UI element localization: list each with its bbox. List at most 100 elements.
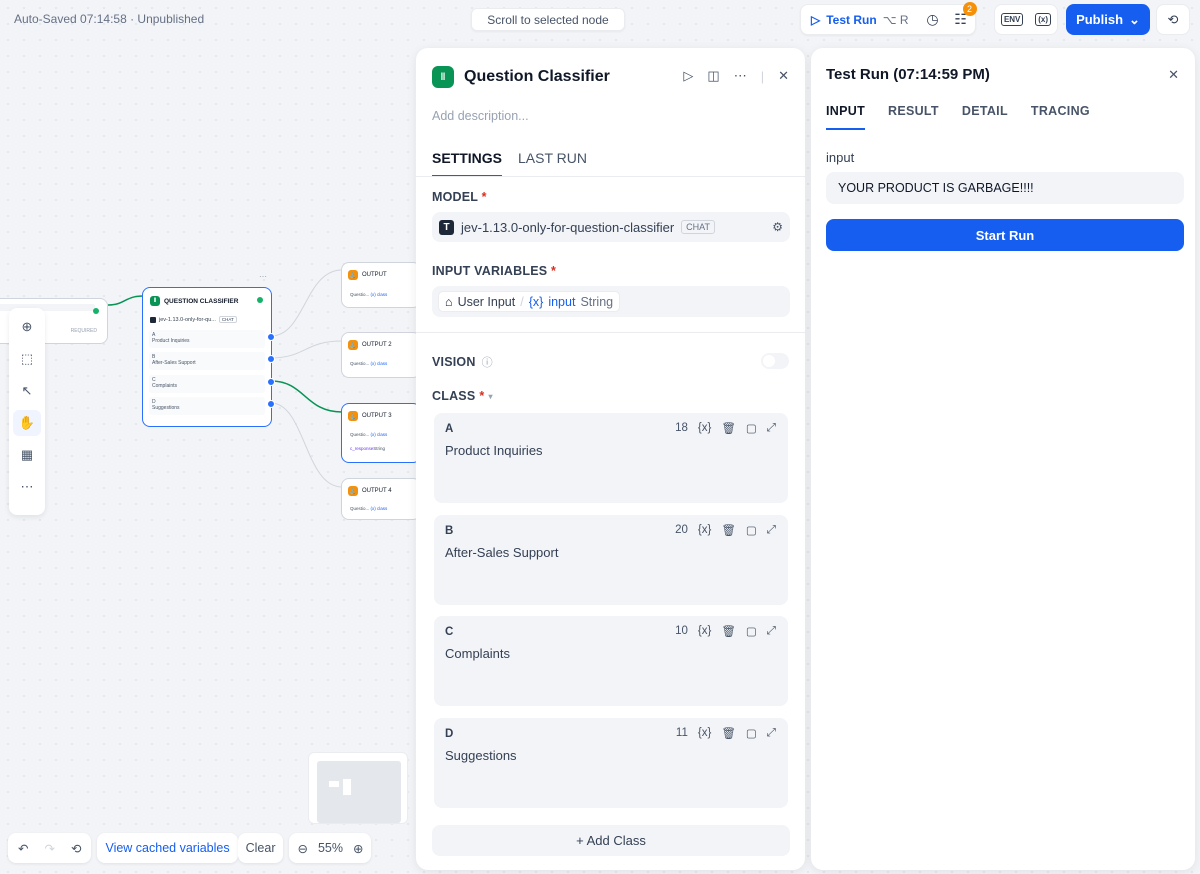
clock-play-icon: ◷ bbox=[926, 11, 939, 27]
add-node-icon[interactable]: ⊕ bbox=[13, 314, 41, 340]
add-note-icon[interactable]: ⬚ bbox=[13, 346, 41, 372]
checklist-button[interactable]: ☷ 2 bbox=[947, 1, 977, 34]
model-settings-icon[interactable]: ⚙ bbox=[772, 220, 783, 234]
canvas-toolbar: ⊕ ⬚ ↖ ✋ ▦ ⋯ bbox=[9, 308, 45, 515]
expand-icon[interactable]: ⤢ bbox=[767, 625, 776, 638]
model-tag: CHAT bbox=[681, 220, 715, 234]
handle-c[interactable] bbox=[267, 378, 275, 386]
node-more-icon[interactable]: ⋯ bbox=[259, 272, 267, 281]
copy-icon[interactable]: ▢ bbox=[746, 421, 757, 435]
variable-chip[interactable]: ⌂ User Input / {x} input String bbox=[438, 291, 621, 312]
undo-icon[interactable]: ↶ bbox=[18, 841, 28, 856]
class-card[interactable]: A Product Inquiries 18 {x} 🗑 ▢ ⤢ bbox=[434, 413, 788, 503]
class-text[interactable]: Product Inquiries bbox=[445, 443, 543, 458]
model-selector[interactable]: T jev-1.13.0-only-for-question-classifie… bbox=[432, 212, 790, 242]
home-icon: ⌂ bbox=[445, 294, 453, 309]
insert-variable-icon[interactable]: {x} bbox=[698, 524, 711, 536]
scroll-to-selected-button[interactable]: Scroll to selected node bbox=[471, 8, 625, 31]
add-class-button[interactable]: + Add Class bbox=[432, 825, 790, 856]
class-card[interactable]: D Suggestions 11 {x} 🗑 ▢ ⤢ bbox=[434, 718, 788, 808]
class-text[interactable]: Complaints bbox=[445, 646, 510, 661]
description-input[interactable]: Add description... bbox=[432, 109, 529, 123]
class-section-toggle[interactable]: CLASS * ▾ bbox=[432, 389, 493, 403]
output-node[interactable]: ⚓ OUTPUT 2 Questio... (x) class bbox=[341, 332, 421, 378]
copy-icon[interactable]: ▢ bbox=[746, 726, 757, 740]
play-icon: ▷ bbox=[811, 12, 821, 27]
close-icon[interactable]: ✕ bbox=[1168, 67, 1179, 83]
organize-icon[interactable]: ▦ bbox=[13, 442, 41, 468]
class-card[interactable]: C Complaints 10 {x} 🗑 ▢ ⤢ bbox=[434, 616, 788, 706]
insert-variable-icon[interactable]: {x} bbox=[698, 422, 711, 434]
expand-icon[interactable]: ⤢ bbox=[767, 727, 776, 740]
handle-b[interactable] bbox=[267, 355, 275, 363]
tab-last-run[interactable]: LAST RUN bbox=[518, 150, 587, 177]
delete-icon[interactable]: 🗑 bbox=[721, 421, 736, 435]
history-icon: ⟲ bbox=[1167, 11, 1179, 27]
tab-result[interactable]: RESULT bbox=[888, 104, 939, 130]
output-icon: ⚓ bbox=[348, 340, 358, 350]
vision-toggle[interactable] bbox=[761, 353, 789, 369]
output-node[interactable]: ⚓ OUTPUT Questio... (x) class bbox=[341, 262, 421, 308]
question-classifier-node[interactable]: ǁ QUESTION CLASSIFIER jev-1.13.0-only-fo… bbox=[142, 272, 275, 427]
token-count: 10 bbox=[675, 625, 688, 637]
panel-title[interactable]: Question Classifier bbox=[464, 68, 610, 86]
test-run-tabs: INPUT RESULT DETAIL TRACING bbox=[826, 104, 1090, 130]
status-dot bbox=[93, 308, 99, 314]
more-icon[interactable]: ⋯ bbox=[734, 68, 747, 84]
run-history-button[interactable]: ◷ bbox=[919, 6, 947, 34]
insert-variable-icon[interactable]: {x} bbox=[698, 727, 711, 739]
tab-detail[interactable]: DETAIL bbox=[962, 104, 1008, 130]
clear-button[interactable]: Clear bbox=[237, 833, 284, 863]
delete-icon[interactable]: 🗑 bbox=[721, 523, 736, 537]
handle-a[interactable] bbox=[267, 333, 275, 341]
hand-icon[interactable]: ✋ bbox=[13, 410, 41, 436]
class-text[interactable]: Suggestions bbox=[445, 748, 517, 763]
tab-settings[interactable]: SETTINGS bbox=[432, 150, 503, 177]
pointer-icon[interactable]: ↖ bbox=[13, 378, 41, 404]
tab-input[interactable]: INPUT bbox=[826, 104, 865, 130]
tab-tracing[interactable]: TRACING bbox=[1031, 104, 1090, 130]
close-icon[interactable]: ✕ bbox=[778, 68, 789, 84]
token-count: 18 bbox=[675, 422, 688, 434]
handle-d[interactable] bbox=[267, 400, 275, 408]
output-node-3[interactable]: ⚓ OUTPUT 3 Questio... (x) class c_respons… bbox=[341, 403, 421, 463]
copy-icon[interactable]: ▢ bbox=[746, 523, 757, 537]
minimap[interactable] bbox=[308, 752, 408, 824]
test-run-button[interactable]: ▷ Test Run ⌥ R bbox=[801, 13, 919, 27]
output-icon: ⚓ bbox=[348, 411, 358, 421]
input-variable-selector[interactable]: ⌂ User Input / {x} input String bbox=[432, 286, 790, 317]
panel-tabs: SETTINGS LAST RUN bbox=[432, 150, 587, 177]
start-run-button[interactable]: Start Run bbox=[826, 219, 1184, 251]
more-icon[interactable]: ⋯ bbox=[13, 474, 41, 500]
test-run-shortcut: ⌥ R bbox=[882, 12, 909, 27]
publish-button[interactable]: Publish ⌄ bbox=[1066, 4, 1150, 35]
class-item: B After-Sales Support bbox=[149, 352, 265, 370]
copy-icon[interactable]: ▢ bbox=[746, 624, 757, 638]
model-icon bbox=[150, 316, 156, 323]
output-node[interactable]: ⚓ OUTPUT 4 Questio... (x) class bbox=[341, 478, 421, 520]
split-view-icon[interactable]: ◫ bbox=[707, 68, 719, 84]
zoom-out-icon[interactable]: ⊖ bbox=[297, 841, 307, 856]
run-node-icon[interactable]: ▷ bbox=[683, 68, 693, 84]
redo-icon[interactable]: ↷ bbox=[44, 841, 54, 856]
delete-icon[interactable]: 🗑 bbox=[721, 624, 736, 638]
test-run-panel: Test Run (07:14:59 PM) ✕ INPUT RESULT DE… bbox=[811, 48, 1195, 870]
view-cached-variables-button[interactable]: View cached variables bbox=[97, 833, 238, 863]
input-field[interactable]: YOUR PRODUCT IS GARBAGE!!!! bbox=[826, 172, 1184, 204]
history-icon[interactable]: ⟲ bbox=[71, 841, 81, 856]
delete-icon[interactable]: 🗑 bbox=[721, 726, 736, 740]
zoom-in-icon[interactable]: ⊕ bbox=[353, 841, 363, 856]
class-card[interactable]: B After-Sales Support 20 {x} 🗑 ▢ ⤢ bbox=[434, 515, 788, 605]
zoom-level[interactable]: 55% bbox=[318, 841, 343, 855]
env-button[interactable]: ENV bbox=[1000, 13, 1024, 26]
variables-icon[interactable]: (x) bbox=[1035, 13, 1052, 26]
autosave-status: Auto-Saved 07:14:58 · Unpublished bbox=[14, 12, 205, 26]
class-text[interactable]: After-Sales Support bbox=[445, 545, 558, 560]
class-item: A Product Inquiries bbox=[149, 330, 265, 348]
expand-icon[interactable]: ⤢ bbox=[767, 422, 776, 435]
model-label: MODEL bbox=[432, 190, 478, 204]
insert-variable-icon[interactable]: {x} bbox=[698, 625, 711, 637]
version-history-button[interactable]: ⟲ bbox=[1156, 4, 1190, 35]
env-group: ENV (x) bbox=[994, 4, 1058, 35]
expand-icon[interactable]: ⤢ bbox=[767, 524, 776, 537]
